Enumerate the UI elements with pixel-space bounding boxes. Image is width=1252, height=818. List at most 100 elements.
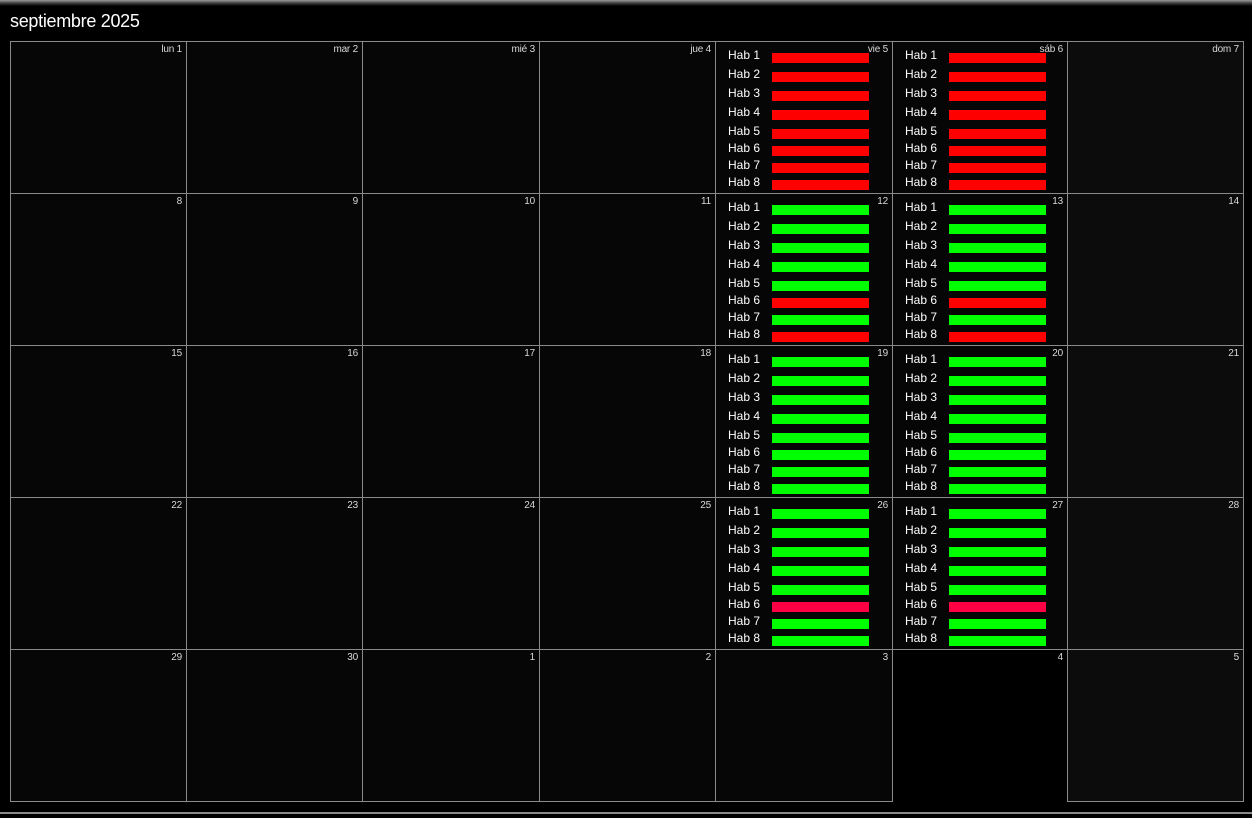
room-status-bar[interactable]: [949, 224, 1046, 234]
day-cell[interactable]: 2: [540, 650, 716, 802]
day-cell[interactable]: 18: [540, 346, 716, 498]
room-row[interactable]: Hab 7: [905, 613, 1046, 630]
room-row[interactable]: Hab 2: [728, 66, 869, 85]
day-cell[interactable]: 12 Hab 1 Hab 2 Hab 3 Hab 4 Hab 5 Hab 6 Hab 7 Hab…: [716, 194, 893, 346]
room-row[interactable]: Hab 3: [905, 237, 1046, 256]
room-row[interactable]: Hab 6: [728, 140, 869, 157]
day-cell[interactable]: 16: [187, 346, 363, 498]
day-cell[interactable]: dom 7: [1068, 42, 1244, 194]
room-row[interactable]: Hab 7: [728, 461, 869, 478]
room-row[interactable]: Hab 1: [728, 351, 869, 370]
day-cell[interactable]: mar 2: [187, 42, 363, 194]
room-status-bar[interactable]: [949, 395, 1046, 405]
room-row[interactable]: Hab 2: [905, 218, 1046, 237]
room-row[interactable]: Hab 8: [905, 630, 1046, 647]
day-cell[interactable]: 17: [363, 346, 540, 498]
room-row[interactable]: Hab 6: [905, 292, 1046, 309]
day-cell[interactable]: 3: [716, 650, 893, 802]
room-row[interactable]: Hab 7: [905, 461, 1046, 478]
room-status-bar[interactable]: [949, 72, 1046, 82]
room-status-bar[interactable]: [772, 53, 869, 63]
room-status-bar[interactable]: [772, 433, 869, 443]
room-row[interactable]: Hab 2: [905, 370, 1046, 389]
room-status-bar[interactable]: [949, 484, 1046, 494]
room-status-bar[interactable]: [772, 224, 869, 234]
room-row[interactable]: Hab 6: [728, 292, 869, 309]
day-cell[interactable]: mié 3: [363, 42, 540, 194]
room-status-bar[interactable]: [949, 636, 1046, 646]
day-cell[interactable]: 13 Hab 1 Hab 2 Hab 3 Hab 4 Hab 5 Hab 6 Hab 7 Hab…: [893, 194, 1068, 346]
room-row[interactable]: Hab 4: [728, 408, 869, 427]
room-row[interactable]: Hab 1: [905, 503, 1046, 522]
room-row[interactable]: Hab 8: [905, 478, 1046, 495]
room-status-bar[interactable]: [772, 585, 869, 595]
room-row[interactable]: Hab 4: [728, 560, 869, 579]
room-row[interactable]: Hab 6: [905, 140, 1046, 157]
room-status-bar[interactable]: [772, 547, 869, 557]
day-cell[interactable]: 9: [187, 194, 363, 346]
room-row[interactable]: Hab 8: [905, 326, 1046, 343]
room-row[interactable]: Hab 5: [905, 123, 1046, 140]
room-status-bar[interactable]: [772, 315, 869, 325]
room-row[interactable]: Hab 4: [728, 104, 869, 123]
room-row[interactable]: Hab 1: [728, 503, 869, 522]
room-status-bar[interactable]: [772, 180, 869, 190]
room-row[interactable]: Hab 3: [905, 389, 1046, 408]
day-cell[interactable]: sáb 6 Hab 1 Hab 2 Hab 3 Hab 4 Hab 5 Hab 6 Hab 7…: [893, 42, 1068, 194]
room-status-bar[interactable]: [772, 281, 869, 291]
day-cell[interactable]: 26 Hab 1 Hab 2 Hab 3 Hab 4 Hab 5 Hab 6 Hab 7 Hab…: [716, 498, 893, 650]
day-cell[interactable]: 25: [540, 498, 716, 650]
day-cell[interactable]: 20 Hab 1 Hab 2 Hab 3 Hab 4 Hab 5 Hab 6 Hab 7 Hab…: [893, 346, 1068, 498]
room-status-bar[interactable]: [949, 163, 1046, 173]
room-row[interactable]: Hab 4: [905, 256, 1046, 275]
room-status-bar[interactable]: [772, 414, 869, 424]
room-row[interactable]: Hab 2: [728, 218, 869, 237]
room-status-bar[interactable]: [949, 619, 1046, 629]
room-status-bar[interactable]: [949, 91, 1046, 101]
room-status-bar[interactable]: [772, 205, 869, 215]
day-cell[interactable]: 5: [1068, 650, 1244, 802]
room-status-bar[interactable]: [772, 376, 869, 386]
room-row[interactable]: Hab 6: [905, 596, 1046, 613]
day-cell[interactable]: lun 1: [11, 42, 187, 194]
room-status-bar[interactable]: [949, 414, 1046, 424]
room-status-bar[interactable]: [772, 395, 869, 405]
room-status-bar[interactable]: [772, 357, 869, 367]
room-row[interactable]: Hab 4: [905, 560, 1046, 579]
room-status-bar[interactable]: [772, 509, 869, 519]
room-row[interactable]: Hab 8: [728, 630, 869, 647]
room-row[interactable]: Hab 1: [905, 199, 1046, 218]
room-status-bar[interactable]: [949, 205, 1046, 215]
room-status-bar[interactable]: [772, 528, 869, 538]
room-status-bar[interactable]: [772, 298, 869, 308]
room-status-bar[interactable]: [949, 376, 1046, 386]
room-row[interactable]: Hab 1: [728, 47, 869, 66]
room-row[interactable]: Hab 8: [728, 478, 869, 495]
room-status-bar[interactable]: [949, 433, 1046, 443]
room-status-bar[interactable]: [949, 53, 1046, 63]
room-row[interactable]: Hab 3: [728, 389, 869, 408]
room-row[interactable]: Hab 2: [905, 66, 1046, 85]
room-row[interactable]: Hab 4: [728, 256, 869, 275]
day-cell[interactable]: 14: [1068, 194, 1244, 346]
room-row[interactable]: Hab 3: [728, 85, 869, 104]
room-row[interactable]: Hab 2: [728, 370, 869, 389]
room-status-bar[interactable]: [949, 509, 1046, 519]
room-row[interactable]: Hab 7: [728, 157, 869, 174]
room-status-bar[interactable]: [772, 467, 869, 477]
room-status-bar[interactable]: [772, 636, 869, 646]
room-status-bar[interactable]: [949, 129, 1046, 139]
room-row[interactable]: Hab 3: [728, 541, 869, 560]
room-row[interactable]: Hab 3: [905, 85, 1046, 104]
room-row[interactable]: Hab 6: [905, 444, 1046, 461]
room-row[interactable]: Hab 5: [728, 123, 869, 140]
room-status-bar[interactable]: [949, 243, 1046, 253]
room-status-bar[interactable]: [949, 180, 1046, 190]
day-cell[interactable]: 11: [540, 194, 716, 346]
room-status-bar[interactable]: [772, 484, 869, 494]
room-status-bar[interactable]: [949, 566, 1046, 576]
room-row[interactable]: Hab 5: [905, 275, 1046, 292]
room-status-bar[interactable]: [949, 146, 1046, 156]
day-cell[interactable]: jue 4: [540, 42, 716, 194]
day-cell[interactable]: 4: [893, 650, 1068, 802]
